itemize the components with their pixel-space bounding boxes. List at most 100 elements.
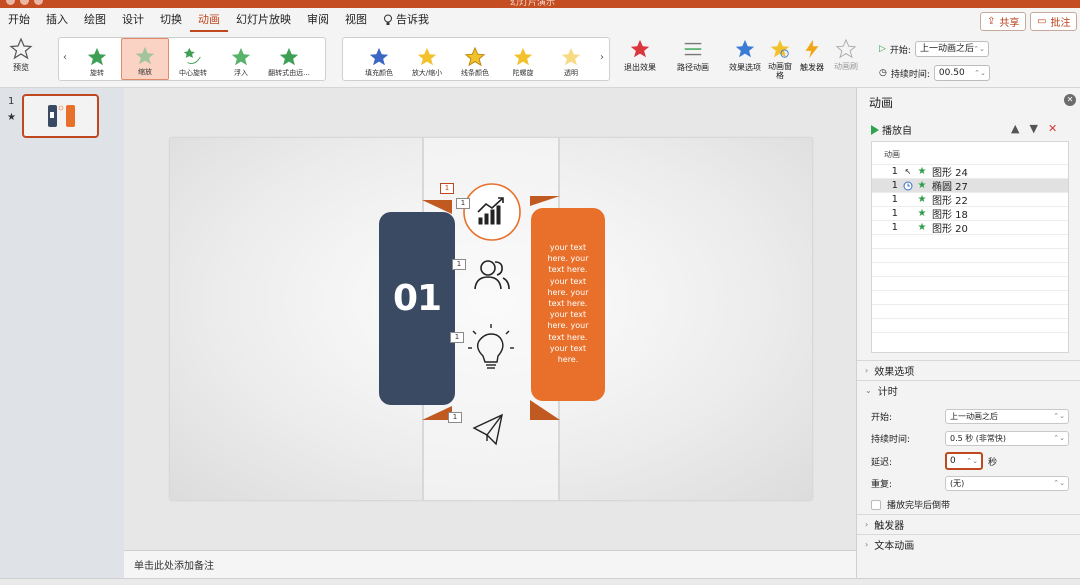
- minimize-window-button[interactable]: [20, 0, 29, 5]
- green-star-icon: ★: [917, 180, 927, 191]
- triggers-section[interactable]: › 触发器: [857, 514, 1080, 534]
- animation-row[interactable]: 1 ↖ ★ 图形 24: [872, 164, 1068, 179]
- rewind-checkbox[interactable]: [871, 499, 881, 510]
- play-icon: ▷: [879, 44, 886, 54]
- animation-row[interactable]: 1 ★ 图形 22: [872, 192, 1068, 207]
- trigger-button[interactable]: 触发器: [799, 36, 825, 73]
- delay-row: 延迟: 0 秒: [871, 452, 997, 470]
- effect-flip[interactable]: 翻转式由远...: [265, 38, 313, 80]
- timing-section-label: 计时: [877, 387, 898, 398]
- status-bar: [0, 578, 1080, 585]
- share-button[interactable]: ⇪ 共享: [980, 12, 1027, 31]
- move-down-icon[interactable]: ▼: [1029, 122, 1037, 135]
- animation-order: 1: [891, 208, 898, 219]
- preview-button[interactable]: 预览: [8, 36, 34, 73]
- green-star-icon: ★: [917, 194, 927, 205]
- tab-view[interactable]: 视图: [337, 8, 375, 32]
- effect-spin[interactable]: 旋转: [73, 38, 121, 80]
- tab-slideshow[interactable]: 幻灯片放映: [228, 8, 299, 32]
- close-pane-icon[interactable]: ✕: [1064, 94, 1076, 106]
- animation-target: 椭圆 27: [932, 182, 968, 193]
- effect-line-color[interactable]: 线条颜色: [451, 38, 499, 80]
- rewind-label: 播放完毕后倒带: [887, 501, 951, 511]
- red-star-icon: [627, 36, 653, 62]
- animation-row[interactable]: 1 ★ 图形 18: [872, 206, 1068, 221]
- animation-painter-button[interactable]: 动画刷: [833, 36, 859, 71]
- comments-button[interactable]: ▭ 批注: [1030, 12, 1078, 31]
- start-select[interactable]: 上一动画之后: [945, 409, 1069, 424]
- ribbon-duration-stepper[interactable]: 00.50: [933, 65, 990, 81]
- timing-section[interactable]: ⌄ 计时: [857, 380, 1080, 400]
- tab-design[interactable]: 设计: [114, 8, 152, 32]
- effect-center-revolve[interactable]: 中心旋转: [169, 38, 217, 80]
- notes-pane[interactable]: 单击此处添加备注: [124, 550, 856, 578]
- chevron-right-icon: ›: [865, 540, 869, 549]
- exit-effects-button[interactable]: 退出效果: [624, 36, 656, 73]
- effect-label: 放大/缩小: [411, 69, 443, 77]
- triggers-section-label: 触发器: [874, 521, 905, 532]
- tab-insert[interactable]: 插入: [38, 8, 76, 32]
- animation-order-tag[interactable]: 1: [450, 332, 464, 343]
- motion-paths-button[interactable]: 路径动画: [677, 36, 709, 73]
- effect-label: 翻转式由远...: [268, 69, 310, 77]
- step-body-text: your text here. your text here. your tex…: [547, 243, 589, 365]
- animation-order-tag[interactable]: 1: [452, 259, 466, 270]
- effect-options-section-label: 效果选项: [874, 367, 915, 378]
- gallery-left-arrow-icon[interactable]: ‹: [63, 52, 67, 63]
- tab-draw[interactable]: 绘图: [76, 8, 114, 32]
- text-animation-section-label: 文本动画: [874, 541, 915, 552]
- effect-options-label: 效果选项: [729, 63, 761, 72]
- effect-options-button[interactable]: 效果选项: [729, 36, 761, 73]
- pane-title: 动画: [869, 96, 894, 110]
- blue-star-icon: [732, 36, 758, 62]
- tab-transitions[interactable]: 切换: [152, 8, 190, 32]
- effect-fill-color[interactable]: 填充颜色: [355, 38, 403, 80]
- animation-order-tag[interactable]: 1: [448, 412, 462, 423]
- zoom-window-button[interactable]: [34, 0, 43, 5]
- delete-animation-icon[interactable]: ✕: [1048, 122, 1057, 135]
- repeat-row: 重复: (无): [871, 476, 1069, 491]
- ribbon-start-select[interactable]: 上一动画之后: [914, 41, 989, 57]
- notes-placeholder: 单击此处添加备注: [134, 561, 214, 572]
- tab-animations[interactable]: 动画: [190, 8, 228, 32]
- effect-label: 陀螺旋: [512, 69, 534, 77]
- green-star-icon: [279, 47, 299, 66]
- effect-float-in[interactable]: 浮入: [217, 38, 265, 80]
- close-window-button[interactable]: [6, 0, 15, 5]
- delay-stepper[interactable]: 0: [945, 452, 983, 470]
- gallery-right-arrow-icon[interactable]: ›: [600, 52, 604, 63]
- repeat-select[interactable]: (无): [945, 476, 1069, 491]
- slide[interactable]: 01 your text here. your text here. your …: [170, 138, 812, 500]
- duration-select[interactable]: 0.5 秒 (非常快): [945, 431, 1069, 446]
- star-outline-icon: [8, 36, 34, 62]
- motion-path-icon: [680, 36, 706, 62]
- text-animation-section[interactable]: › 文本动画: [857, 534, 1080, 554]
- animation-order-tag[interactable]: 1: [440, 183, 454, 194]
- tab-home[interactable]: 开始: [0, 8, 38, 32]
- window-controls: [6, 0, 43, 5]
- effect-spin-emphasis[interactable]: 陀螺旋: [499, 38, 547, 80]
- green-star-icon: [135, 46, 155, 65]
- tab-review[interactable]: 审阅: [299, 8, 337, 32]
- effect-options-section[interactable]: › 效果选项: [857, 360, 1080, 380]
- tell-me-box[interactable]: 告诉我: [375, 8, 437, 32]
- animation-row[interactable]: 1 ★ 椭圆 27: [872, 178, 1068, 193]
- animation-row[interactable]: 1 ★ 图形 20: [872, 220, 1068, 235]
- repeat-label: 重复:: [871, 480, 893, 490]
- effect-transparency[interactable]: 透明: [547, 38, 595, 80]
- effect-grow-shrink[interactable]: 放大/缩小: [403, 38, 451, 80]
- animation-pane-icon: [767, 36, 793, 62]
- animation-order-tag[interactable]: 1: [456, 198, 470, 209]
- animation-pane-button[interactable]: 动画窗格: [767, 36, 793, 80]
- ribbon-start-label: 开始:: [889, 45, 911, 56]
- green-star-icon: [183, 47, 201, 64]
- animation-list-header: 动画: [884, 150, 900, 159]
- delay-label: 延迟:: [871, 457, 893, 468]
- slide-art: [379, 138, 605, 500]
- lightning-icon: [799, 36, 825, 62]
- move-up-icon[interactable]: ▲: [1011, 122, 1019, 135]
- effect-zoom[interactable]: 缩放: [121, 38, 169, 80]
- slide-thumbnail-1[interactable]: [22, 94, 99, 138]
- play-from-button[interactable]: 播放自: [871, 122, 912, 137]
- cursor-icon: ↖: [904, 167, 912, 176]
